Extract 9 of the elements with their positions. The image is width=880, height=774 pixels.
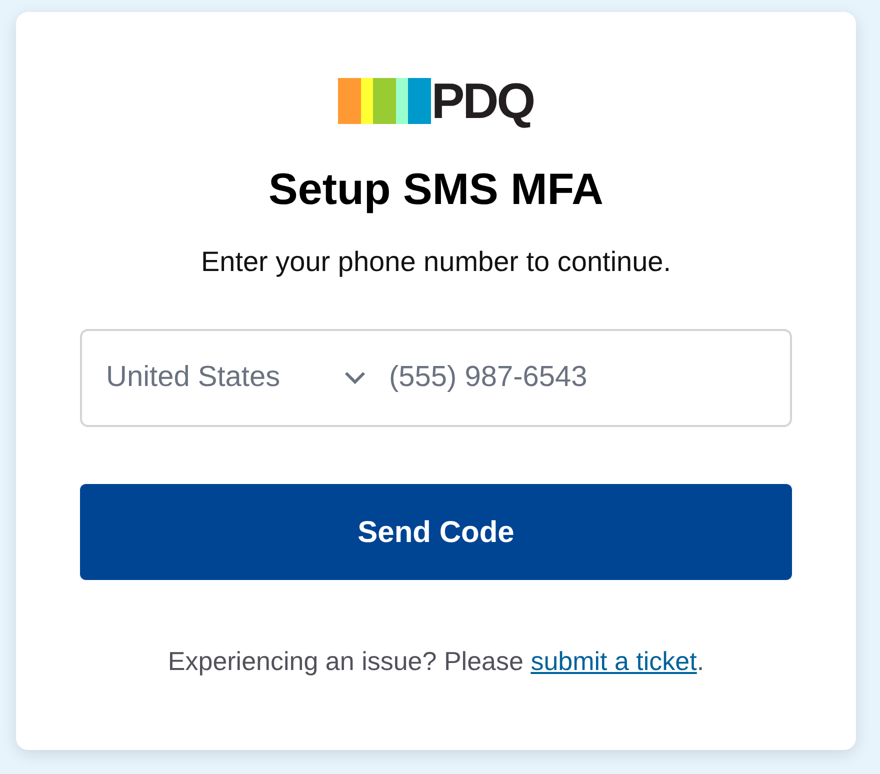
- submit-ticket-link[interactable]: submit a ticket: [530, 646, 697, 676]
- country-select[interactable]: United States: [106, 356, 367, 400]
- chevron-down-icon: [343, 370, 367, 386]
- phone-field[interactable]: United States (555) 987-6543: [80, 329, 792, 427]
- subtitle: Enter your phone number to continue.: [200, 245, 672, 279]
- phone-input[interactable]: (555) 987-6543: [389, 356, 766, 400]
- support-text: Experiencing an issue? Please submit a ticket.: [168, 645, 704, 678]
- send-code-button[interactable]: Send Code: [80, 484, 792, 580]
- page-title: Setup SMS MFA: [268, 164, 604, 216]
